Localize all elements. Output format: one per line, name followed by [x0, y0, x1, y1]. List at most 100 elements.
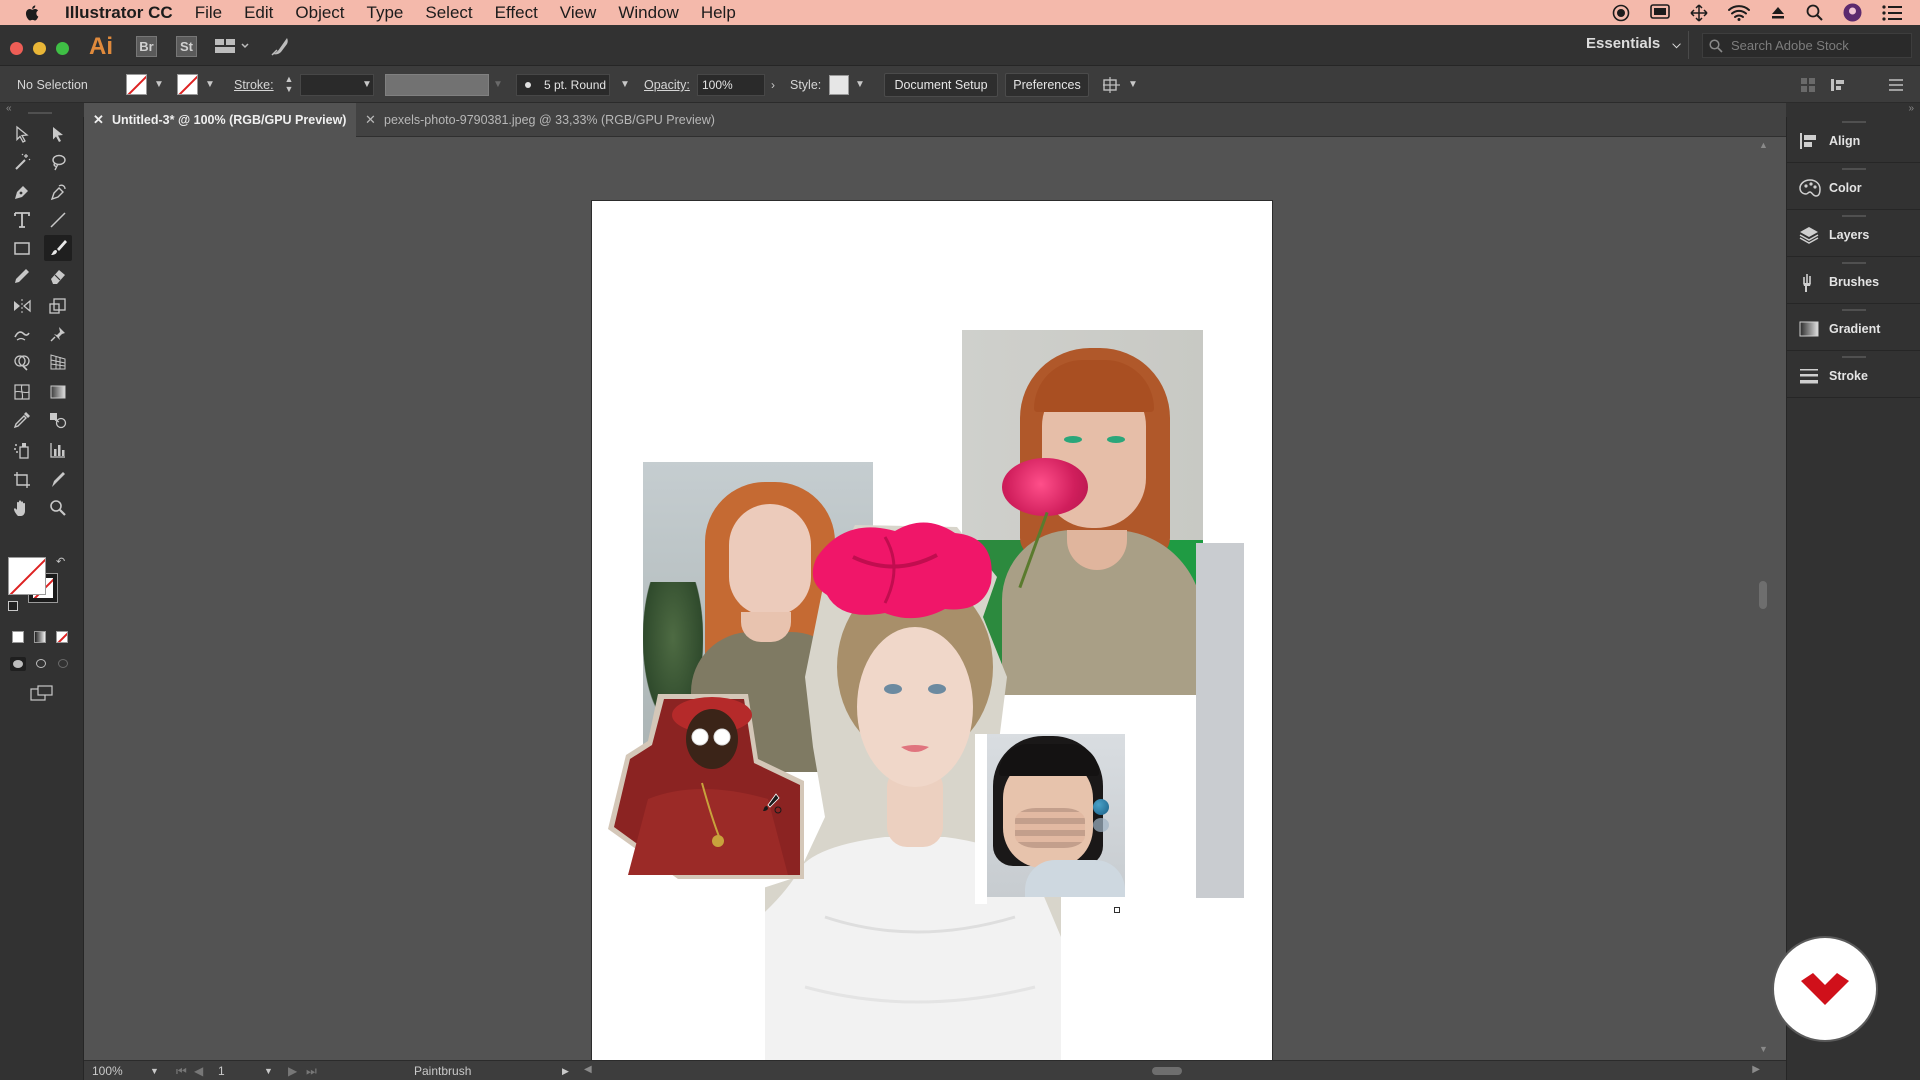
gpu-performance-icon[interactable] — [270, 35, 292, 57]
tools-panel-grip[interactable]: « — [0, 103, 84, 117]
gradient-mode-button[interactable] — [34, 631, 46, 643]
color-mode-button[interactable] — [12, 631, 24, 643]
magic-wand-tool[interactable] — [8, 149, 36, 175]
blend-tool[interactable] — [44, 407, 72, 433]
vertical-scroll-thumb[interactable] — [1759, 581, 1767, 609]
paintbrush-tool[interactable] — [44, 235, 72, 261]
zoom-level[interactable]: 100% — [92, 1064, 123, 1078]
transform-again-icon[interactable] — [1102, 76, 1122, 94]
shape-builder-tool[interactable] — [8, 349, 36, 375]
draw-inside-button[interactable] — [56, 657, 70, 671]
menu-select[interactable]: Select — [425, 3, 472, 23]
none-mode-button[interactable] — [56, 631, 68, 643]
bridge-button[interactable]: Br — [136, 36, 157, 57]
status-menu-arrow-icon[interactable]: ▶ — [562, 1066, 569, 1077]
window-zoom-button[interactable] — [56, 42, 69, 55]
opacity-input[interactable]: 100% — [697, 74, 765, 96]
menu-help[interactable]: Help — [701, 3, 736, 23]
menu-type[interactable]: Type — [367, 3, 404, 23]
eraser-tool[interactable] — [44, 263, 72, 289]
artboard-tool[interactable] — [8, 467, 36, 493]
fill-color-box[interactable] — [8, 557, 46, 595]
wifi-icon[interactable] — [1728, 4, 1750, 21]
document-setup-button[interactable]: Document Setup — [884, 73, 998, 97]
stock-search-input[interactable]: Search Adobe Stock — [1702, 33, 1912, 58]
puppet-warp-tool[interactable] — [44, 321, 72, 347]
pencil-tool[interactable] — [8, 263, 36, 289]
current-tool-status[interactable]: Paintbrush — [414, 1064, 471, 1078]
window-minimize-button[interactable] — [33, 42, 46, 55]
stock-button[interactable]: St — [176, 36, 197, 57]
perspective-grid-tool[interactable] — [44, 349, 72, 375]
chevron-down-icon[interactable]: ▼ — [203, 78, 217, 92]
eject-icon[interactable] — [1770, 5, 1786, 21]
opacity-label[interactable]: Opacity: — [644, 78, 690, 92]
panel-tab-color[interactable]: Color — [1787, 164, 1920, 210]
fill-swatch[interactable] — [126, 74, 147, 95]
scroll-down-icon[interactable]: ▼ — [1759, 1044, 1768, 1054]
warp-tool[interactable] — [8, 321, 36, 347]
column-graph-tool[interactable] — [44, 437, 72, 463]
menu-window[interactable]: Window — [618, 3, 678, 23]
default-fill-stroke-icon[interactable] — [8, 601, 18, 611]
pen-tool[interactable] — [8, 179, 36, 205]
line-segment-tool[interactable] — [44, 207, 72, 233]
move-icon[interactable] — [1690, 3, 1708, 22]
collapse-arrows-icon[interactable]: » — [1908, 103, 1914, 114]
record-icon[interactable] — [1612, 4, 1630, 22]
display-icon[interactable] — [1650, 4, 1670, 21]
draw-behind-button[interactable] — [34, 657, 48, 671]
screen-mode-icon[interactable] — [30, 685, 54, 701]
variable-width-profile[interactable] — [385, 74, 489, 96]
first-artboard-icon[interactable]: ⏮ — [176, 1064, 187, 1079]
mesh-tool[interactable] — [8, 379, 36, 405]
stroke-swatch[interactable] — [177, 74, 198, 95]
panel-tab-layers[interactable]: Layers — [1787, 211, 1920, 257]
rectangle-tool[interactable] — [8, 235, 36, 261]
fill-stroke-control[interactable]: ↶ — [8, 555, 70, 613]
menu-effect[interactable]: Effect — [495, 3, 538, 23]
eyedropper-tool[interactable] — [8, 407, 36, 433]
collage-photo-grey-backdrop[interactable] — [1196, 543, 1244, 898]
control-menu-icon[interactable] — [1888, 77, 1904, 93]
previous-artboard-icon[interactable]: ◀ — [194, 1064, 203, 1078]
panel-tab-align[interactable]: Align — [1787, 117, 1920, 163]
menu-edit[interactable]: Edit — [244, 3, 273, 23]
notification-center-icon[interactable] — [1882, 4, 1902, 21]
panel-dock-grip[interactable]: » — [1786, 103, 1920, 117]
chevron-down-icon[interactable]: ▼ — [360, 78, 374, 92]
chevron-down-icon[interactable]: ▼ — [1126, 78, 1140, 92]
artboard[interactable] — [592, 201, 1272, 1060]
chevron-right-icon[interactable]: › — [766, 78, 780, 92]
brush-definition-dropdown[interactable]: 5 pt. Round — [516, 74, 610, 96]
panel-tab-brushes[interactable]: Brushes — [1787, 258, 1920, 304]
align-options-icon[interactable] — [1830, 77, 1850, 93]
close-tab-icon[interactable]: ✕ — [93, 103, 104, 137]
arrange-panels-icon[interactable] — [1800, 77, 1816, 93]
lasso-tool[interactable] — [44, 149, 72, 175]
stroke-weight-stepper[interactable]: ▲ ▼ — [282, 74, 296, 94]
spotlight-search-icon[interactable] — [1806, 4, 1823, 21]
panel-tab-stroke[interactable]: Stroke — [1787, 352, 1920, 398]
arrange-documents-icon[interactable] — [214, 37, 250, 55]
canvas-area[interactable] — [84, 138, 1768, 1060]
direct-selection-tool[interactable] — [44, 121, 72, 147]
reflect-tool[interactable] — [8, 293, 36, 319]
slice-tool[interactable] — [44, 467, 72, 493]
chevron-down-icon[interactable]: ▼ — [150, 1066, 159, 1076]
collage-photo-man-in-red[interactable] — [608, 679, 808, 879]
menu-file[interactable]: File — [195, 3, 222, 23]
chevron-down-icon[interactable]: ▼ — [853, 78, 867, 92]
user-avatar-icon[interactable] — [1843, 3, 1862, 22]
chevron-down-icon[interactable]: ▼ — [152, 78, 166, 92]
next-artboard-icon[interactable]: ▶ — [288, 1064, 297, 1078]
panel-tab-gradient[interactable]: Gradient — [1787, 305, 1920, 351]
workspace-switcher[interactable]: Essentials ⌵ — [1586, 35, 1681, 52]
swap-fill-stroke-icon[interactable]: ↶ — [56, 555, 65, 568]
last-artboard-icon[interactable]: ⏭ — [306, 1064, 317, 1079]
scroll-right-icon[interactable]: ▶ — [1752, 1064, 1760, 1075]
tab-untitled-3[interactable]: ✕ Untitled-3* @ 100% (RGB/GPU Preview) — [84, 103, 356, 137]
menu-view[interactable]: View — [560, 3, 597, 23]
scroll-left-icon[interactable]: ◀ — [584, 1064, 592, 1075]
apple-icon[interactable] — [21, 4, 45, 22]
